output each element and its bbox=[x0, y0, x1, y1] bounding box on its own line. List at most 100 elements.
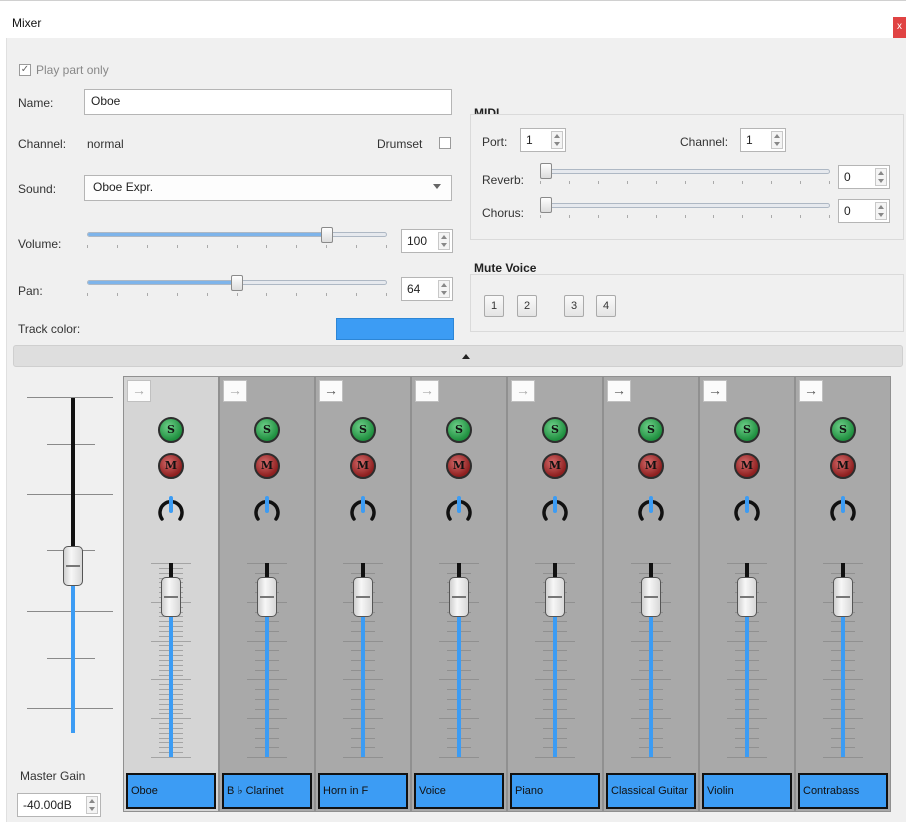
pan-knob-icon[interactable] bbox=[636, 495, 666, 525]
volume-fader-thumb[interactable] bbox=[833, 577, 853, 617]
solo-button[interactable]: S bbox=[830, 417, 856, 443]
chorus-slider-thumb[interactable] bbox=[540, 197, 552, 213]
port-spinbox[interactable]: 1 bbox=[520, 128, 566, 152]
mute-voice-2-button[interactable]: 2 bbox=[517, 295, 537, 317]
chevron-down-icon bbox=[433, 184, 441, 189]
spin-arrows-icon[interactable] bbox=[875, 168, 887, 186]
strip-name-label[interactable]: Oboe bbox=[126, 773, 216, 809]
mute-button[interactable]: M bbox=[830, 453, 856, 479]
volume-fader-thumb[interactable] bbox=[161, 577, 181, 617]
pan-knob-icon[interactable] bbox=[732, 495, 762, 525]
channel-strip[interactable]: → S M Piano bbox=[507, 376, 603, 812]
chorus-slider[interactable] bbox=[540, 203, 830, 208]
mute-button[interactable]: M bbox=[734, 453, 760, 479]
volume-fader-thumb[interactable] bbox=[257, 577, 277, 617]
mute-voice-1-button[interactable]: 1 bbox=[484, 295, 504, 317]
volume-slider[interactable] bbox=[87, 232, 387, 237]
expand-arrow-button[interactable]: → bbox=[415, 380, 439, 402]
pan-knob-icon[interactable] bbox=[156, 495, 186, 525]
spin-arrows-icon[interactable] bbox=[438, 280, 450, 298]
volume-fader-thumb[interactable] bbox=[353, 577, 373, 617]
channel-strip[interactable]: → S M B ♭ Clarinet bbox=[219, 376, 315, 812]
volume-fader-thumb[interactable] bbox=[737, 577, 757, 617]
solo-button[interactable]: S bbox=[254, 417, 280, 443]
channel-strip[interactable]: → S M Voice bbox=[411, 376, 507, 812]
spin-arrows-icon[interactable] bbox=[771, 131, 783, 149]
midi-channel-spinbox[interactable]: 1 bbox=[740, 128, 786, 152]
track-color-swatch[interactable] bbox=[336, 318, 454, 340]
drumset-checkbox[interactable] bbox=[439, 137, 451, 149]
mute-voice-title: Mute Voice bbox=[474, 261, 537, 275]
chorus-spinbox[interactable]: 0 bbox=[838, 199, 890, 223]
collapse-arrow-icon[interactable] bbox=[462, 354, 470, 359]
reverb-slider[interactable] bbox=[540, 169, 830, 174]
strip-name-label[interactable]: Piano bbox=[510, 773, 600, 809]
pan-knob-icon[interactable] bbox=[252, 495, 282, 525]
volume-fader-thumb[interactable] bbox=[545, 577, 565, 617]
master-gain-label: Master Gain bbox=[20, 769, 86, 783]
pan-spinbox[interactable]: 64 bbox=[401, 277, 453, 301]
sound-label: Sound: bbox=[18, 182, 57, 196]
fader-tick bbox=[343, 757, 383, 758]
volume-spinbox[interactable]: 100 bbox=[401, 229, 453, 253]
expand-arrow-button[interactable]: → bbox=[319, 380, 343, 402]
channel-strip[interactable]: → S M Classical Guitar bbox=[603, 376, 699, 812]
master-gain-spinbox[interactable]: -40.00dB bbox=[17, 793, 101, 817]
reverb-slider-thumb[interactable] bbox=[540, 163, 552, 179]
expand-arrow-button[interactable]: → bbox=[127, 380, 151, 402]
pan-knob-icon[interactable] bbox=[828, 495, 858, 525]
strip-name-label[interactable]: Voice bbox=[414, 773, 504, 809]
volume-slider-thumb[interactable] bbox=[321, 227, 333, 243]
close-button[interactable]: x bbox=[893, 17, 906, 39]
reverb-label: Reverb: bbox=[482, 173, 525, 187]
solo-button[interactable]: S bbox=[158, 417, 184, 443]
strip-name-label[interactable]: Violin bbox=[702, 773, 792, 809]
strip-name-label[interactable]: B ♭ Clarinet bbox=[222, 773, 312, 809]
expand-arrow-button[interactable]: → bbox=[223, 380, 247, 402]
name-field[interactable]: Oboe bbox=[84, 89, 452, 115]
solo-button[interactable]: S bbox=[350, 417, 376, 443]
mute-button[interactable]: M bbox=[446, 453, 472, 479]
mute-button[interactable]: M bbox=[542, 453, 568, 479]
reverb-spinbox[interactable]: 0 bbox=[838, 165, 890, 189]
mute-button[interactable]: M bbox=[638, 453, 664, 479]
expand-arrow-button[interactable]: → bbox=[703, 380, 727, 402]
reverb-value: 0 bbox=[844, 170, 851, 184]
channel-strip[interactable]: → S M Violin bbox=[699, 376, 795, 812]
expand-arrow-button[interactable]: → bbox=[607, 380, 631, 402]
spin-arrows-icon[interactable] bbox=[551, 131, 563, 149]
expand-arrow-button[interactable]: → bbox=[511, 380, 535, 402]
volume-fader-thumb[interactable] bbox=[449, 577, 469, 617]
channel-strip[interactable]: → S M Oboe bbox=[123, 376, 219, 812]
mute-button[interactable]: M bbox=[350, 453, 376, 479]
strip-name-label[interactable]: Horn in F bbox=[318, 773, 408, 809]
mute-button[interactable]: M bbox=[254, 453, 280, 479]
play-part-only-checkbox[interactable]: ✓ bbox=[19, 64, 31, 76]
solo-button[interactable]: S bbox=[542, 417, 568, 443]
strip-name-label[interactable]: Classical Guitar bbox=[606, 773, 696, 809]
expand-arrow-button[interactable]: → bbox=[799, 380, 823, 402]
mute-voice-3-button[interactable]: 3 bbox=[564, 295, 584, 317]
mute-voice-4-button[interactable]: 4 bbox=[596, 295, 616, 317]
channel-strip[interactable]: → S M Horn in F bbox=[315, 376, 411, 812]
master-gain-fader-thumb[interactable] bbox=[63, 545, 83, 586]
sound-select[interactable]: Oboe Expr. bbox=[84, 175, 452, 201]
splitter-bar[interactable] bbox=[13, 345, 903, 367]
mute-button[interactable]: M bbox=[158, 453, 184, 479]
master-gain-fader[interactable] bbox=[17, 383, 123, 775]
solo-button[interactable]: S bbox=[638, 417, 664, 443]
pan-knob-icon[interactable] bbox=[540, 495, 570, 525]
strip-name-label[interactable]: Contrabass bbox=[798, 773, 888, 809]
pan-knob-icon[interactable] bbox=[444, 495, 474, 525]
spin-arrows-icon[interactable] bbox=[86, 796, 98, 814]
channel-value: normal bbox=[87, 137, 124, 151]
chorus-label: Chorus: bbox=[482, 206, 525, 220]
channel-strip[interactable]: → S M Contrabass bbox=[795, 376, 891, 812]
spin-arrows-icon[interactable] bbox=[438, 232, 450, 250]
solo-button[interactable]: S bbox=[446, 417, 472, 443]
pan-slider-thumb[interactable] bbox=[231, 275, 243, 291]
spin-arrows-icon[interactable] bbox=[875, 202, 887, 220]
volume-fader-thumb[interactable] bbox=[641, 577, 661, 617]
pan-knob-icon[interactable] bbox=[348, 495, 378, 525]
solo-button[interactable]: S bbox=[734, 417, 760, 443]
